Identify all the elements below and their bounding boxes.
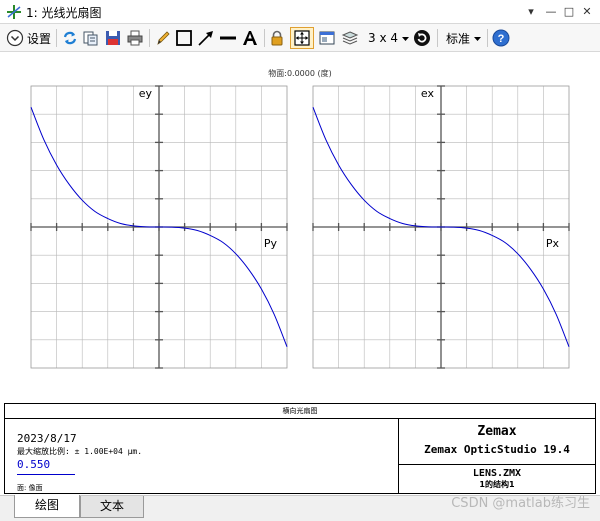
ray-fan-app-icon [7, 5, 21, 19]
info-product: Zemax OpticStudio 19.4 [424, 443, 570, 456]
minimize-button[interactable]: — [542, 3, 560, 21]
arrow-icon [198, 31, 213, 46]
maximize-button[interactable]: □ [560, 3, 578, 21]
save-icon [106, 31, 120, 45]
y-axis-label: ex [421, 87, 435, 100]
info-date: 2023/8/17 [17, 432, 77, 445]
toolbar-separator [264, 29, 265, 47]
style-label: 标准 [446, 31, 471, 46]
fit-view-icon [294, 30, 310, 46]
info-config: 1的结构1 [479, 480, 515, 489]
printer-icon [127, 30, 143, 46]
toolbar: 设置 3 x 4 标准 ? [0, 24, 600, 52]
info-file-name: LENS.ZMX [472, 468, 522, 479]
rectangle-icon [176, 30, 192, 46]
style-dropdown[interactable]: 标准 [446, 27, 482, 49]
window-title: 1: 光线光扇图 [26, 6, 102, 20]
info-panel: 横向光扇图 2023/8/17 最大缩放比例: ± 1.00E+04 µm. 0… [4, 403, 596, 494]
window-menu-icon[interactable]: ▾ [522, 3, 540, 21]
ray-fan-plot-y: ey Py [30, 85, 288, 369]
copy-button[interactable] [82, 27, 100, 49]
info-surface: 面: 像面 [17, 484, 43, 492]
arrow-tool-button[interactable] [197, 27, 215, 49]
lock-button[interactable] [268, 27, 286, 49]
window-layout-icon [319, 31, 335, 45]
info-left-cell: 2023/8/17 最大缩放比例: ± 1.00E+04 µm. 0.550 面… [5, 419, 399, 493]
close-button[interactable]: ✕ [578, 3, 596, 21]
copy-icon [83, 31, 98, 46]
window-titlebar: 1: 光线光扇图 ▾ — □ ✕ [0, 0, 600, 24]
info-brand: Zemax [477, 424, 517, 439]
layout-label: 3 x 4 [368, 31, 398, 45]
svg-text:?: ? [498, 33, 505, 45]
rectangle-tool-button[interactable] [175, 27, 193, 49]
help-icon: ? [492, 29, 510, 47]
pencil-tool-button[interactable] [154, 27, 172, 49]
ray-fan-plot-x: ex Px [312, 85, 570, 369]
wavelength-legend-line [17, 474, 75, 475]
line-tool-button[interactable] [219, 27, 237, 49]
ray-fan-plots: ey Py ex Px [30, 85, 570, 369]
tab-plot[interactable]: 绘图 [14, 495, 80, 518]
toolbar-separator [56, 29, 57, 47]
toolbar-separator [487, 29, 488, 47]
dropdown-caret-icon [402, 36, 409, 41]
settings-button[interactable]: 设置 [6, 27, 51, 49]
y-axis-label: ey [139, 87, 153, 100]
x-axis-label: Py [264, 237, 278, 250]
tab-text[interactable]: 文本 [80, 496, 144, 518]
layout-dropdown[interactable]: 3 x 4 [368, 27, 410, 49]
text-tool-button[interactable] [241, 27, 259, 49]
help-button[interactable]: ? [492, 27, 510, 49]
layers-button[interactable] [341, 27, 359, 49]
refresh-icon [63, 31, 77, 45]
chevron-down-circle-icon [6, 29, 24, 47]
info-scale: 最大缩放比例: ± 1.00E+04 µm. [17, 447, 143, 456]
auto-update-icon [414, 30, 430, 46]
toolbar-separator [149, 29, 150, 47]
watermark: CSDN @matlab练习生 [451, 496, 590, 511]
toolbar-separator [437, 29, 438, 47]
refresh-button[interactable] [61, 27, 79, 49]
info-brand-cell: Zemax Zemax OpticStudio 19.4 [399, 419, 595, 465]
x-axis-label: Px [546, 237, 560, 250]
pencil-icon [157, 31, 170, 45]
info-file-cell: LENS.ZMX 1的结构1 [399, 465, 595, 493]
save-button[interactable] [104, 27, 122, 49]
info-wavelength: 0.550 [17, 458, 51, 471]
print-button[interactable] [126, 27, 144, 49]
text-a-icon [243, 31, 257, 45]
info-title: 横向光扇图 [5, 404, 595, 419]
layers-icon [341, 31, 359, 45]
fit-view-button[interactable] [290, 27, 314, 49]
line-icon [220, 36, 236, 40]
window-layout-button[interactable] [318, 27, 336, 49]
field-label: 物面:0.0000 (度) [268, 69, 332, 78]
lock-icon [271, 30, 283, 46]
dropdown-caret-icon [474, 36, 482, 41]
auto-update-button[interactable] [413, 27, 431, 49]
settings-label: 设置 [27, 31, 52, 46]
